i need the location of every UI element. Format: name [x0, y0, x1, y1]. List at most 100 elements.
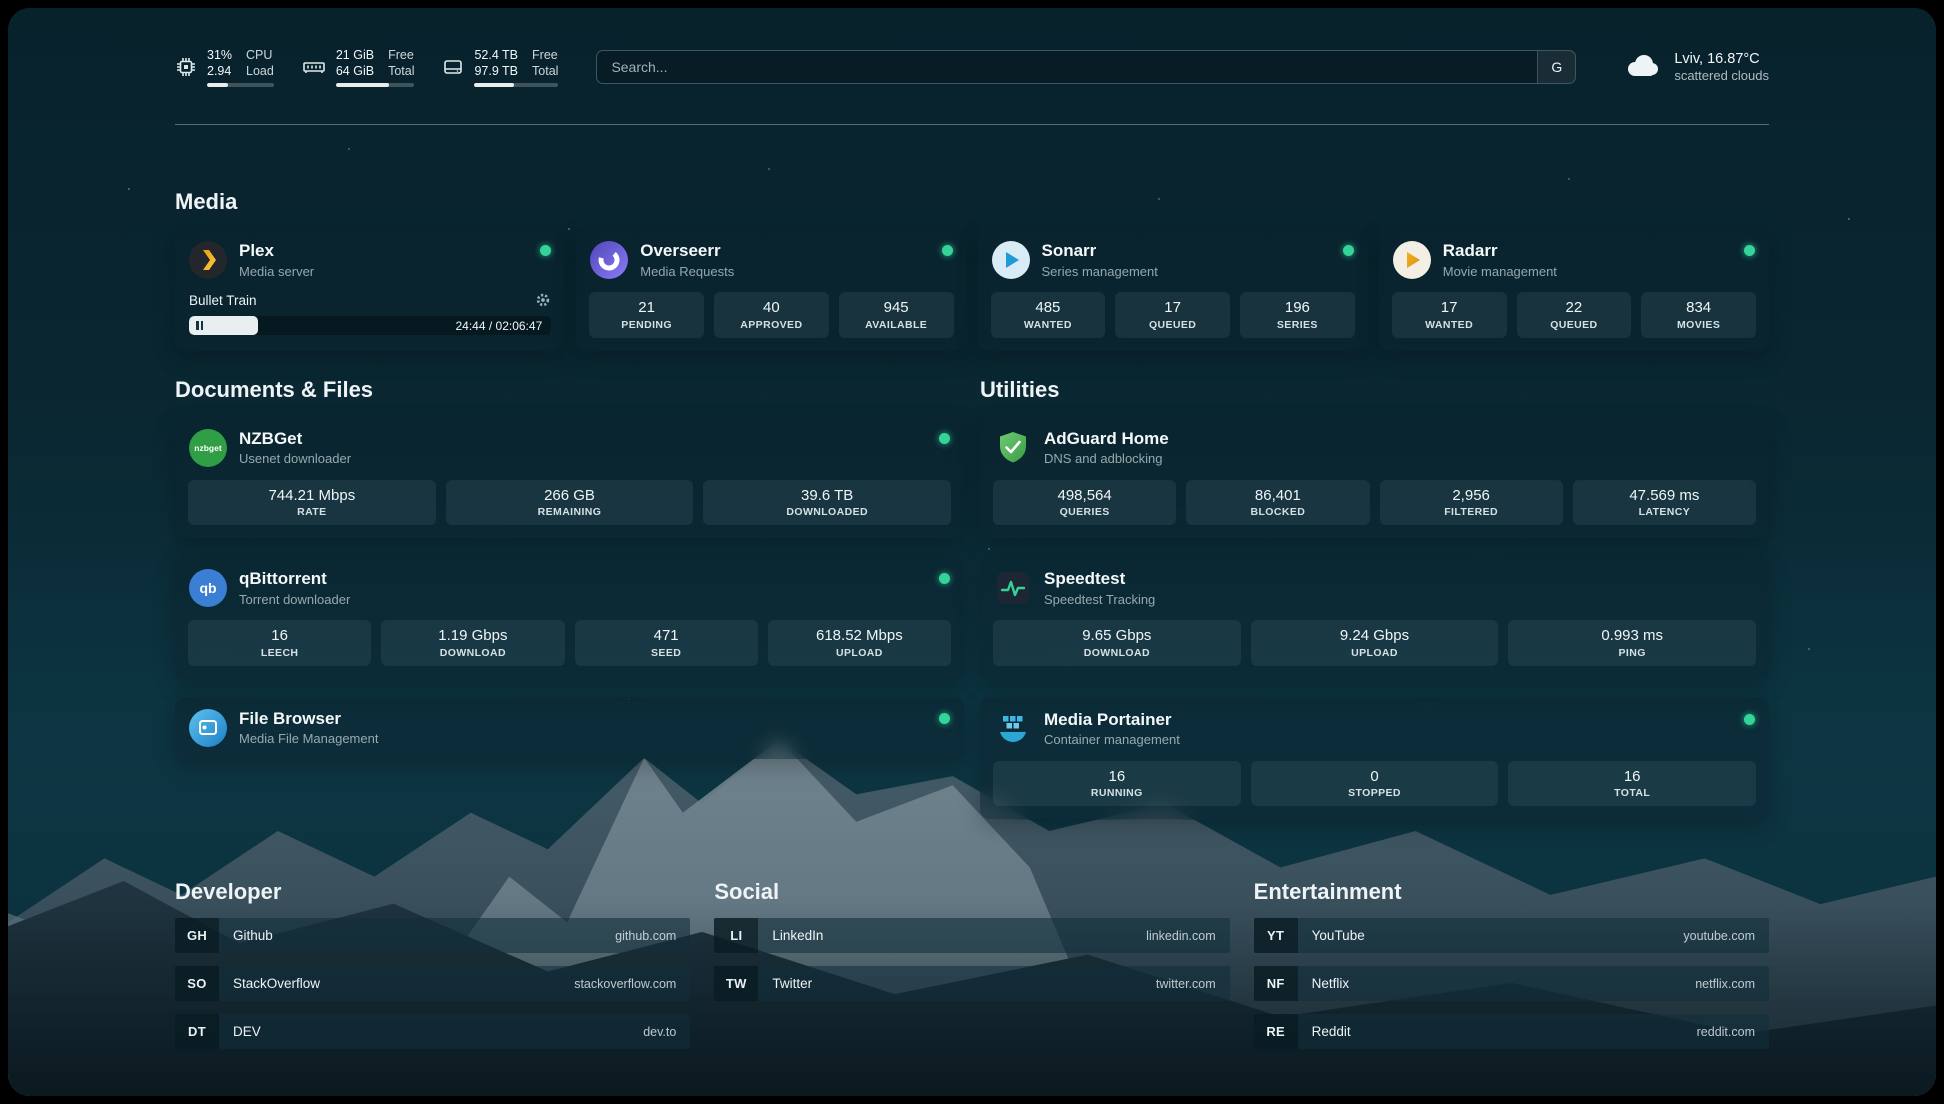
settings-gear-icon[interactable] — [535, 292, 551, 308]
stat-value: 17 — [1119, 298, 1226, 318]
bookmarks-area: Developer GH Github github.com SO StackO… — [175, 879, 1769, 1049]
bookmark-name: Reddit — [1312, 1024, 1351, 1039]
bookmark-twitter[interactable]: TW Twitter twitter.com — [714, 966, 1229, 1001]
stat-label: APPROVED — [718, 319, 825, 331]
stat-value: 945 — [843, 298, 950, 318]
stat-value: 86,401 — [1190, 486, 1365, 506]
filebrowser-card[interactable]: File Browser Media File Management — [175, 697, 964, 759]
bookmark-name: LinkedIn — [772, 928, 823, 943]
stat-label: DOWNLOADED — [707, 506, 947, 518]
stat-tile: 16 TOTAL — [1508, 761, 1756, 807]
qbittorrent-card[interactable]: qb qBittorrent Torrent downloader — [175, 556, 964, 679]
bookmark-abbr: NF — [1254, 966, 1298, 1001]
stat-tile: 16 RUNNING — [993, 761, 1241, 807]
media-section-title: Media — [175, 189, 1769, 215]
cpu-label: CPU — [246, 47, 274, 63]
bookmark-netflix[interactable]: NF Netflix netflix.com — [1254, 966, 1769, 1001]
stat-label: QUEUED — [1119, 319, 1226, 331]
search-bar[interactable]: G — [596, 50, 1576, 84]
stat-value: 39.6 TB — [707, 486, 947, 506]
app-name: AdGuard Home — [1044, 429, 1169, 449]
weather-location: Lviv, 16.87°C — [1674, 51, 1769, 67]
pause-icon[interactable] — [196, 321, 199, 330]
bookmark-url: netflix.com — [1695, 977, 1769, 991]
stat-value: 16 — [192, 626, 367, 646]
playback-time: 24:44 / 02:06:47 — [456, 319, 543, 333]
stat-value: 9.65 Gbps — [997, 626, 1237, 646]
dashboard-content: 31% CPU 2.94 Load — [8, 8, 1936, 1096]
nzbget-card[interactable]: nzbget NZBGet Usenet downloader 74 — [175, 416, 964, 539]
search-input[interactable] — [597, 51, 1537, 83]
bookmark-name: Twitter — [772, 976, 812, 991]
plex-card[interactable]: Plex Media server Bullet Train — [175, 228, 565, 351]
stat-label: SEED — [579, 647, 754, 659]
stat-label: FILTERED — [1384, 506, 1559, 518]
app-desc: Media Requests — [640, 264, 734, 279]
plex-progress-bar[interactable]: 24:44 / 02:06:47 — [189, 316, 551, 335]
stat-value: 834 — [1645, 298, 1752, 318]
bookmark-abbr: GH — [175, 918, 219, 953]
header-divider — [175, 124, 1769, 125]
ram-free-label: Free — [388, 47, 414, 63]
app-desc: Torrent downloader — [239, 592, 350, 607]
svg-text:qb: qb — [199, 580, 216, 596]
bookmark-dev[interactable]: DT DEV dev.to — [175, 1014, 690, 1049]
stat-value: 21 — [593, 298, 700, 318]
bookmark-reddit[interactable]: RE Reddit reddit.com — [1254, 1014, 1769, 1049]
disk-total-value: 97.9 TB — [474, 63, 518, 79]
search-provider-button[interactable]: G — [1537, 51, 1575, 83]
weather-condition: scattered clouds — [1674, 68, 1769, 83]
cpu-load-label: Load — [246, 63, 274, 79]
stat-label: LEECH — [192, 647, 367, 659]
bookmark-url: reddit.com — [1697, 1025, 1769, 1039]
sonarr-icon — [992, 241, 1030, 279]
disk-progress-fill — [474, 83, 513, 87]
social-section-title: Social — [714, 879, 1229, 905]
overseerr-card[interactable]: Overseerr Media Requests 21 PENDING 40 A… — [576, 228, 966, 351]
adguard-shield-icon — [994, 429, 1032, 467]
bookmark-url: twitter.com — [1156, 977, 1230, 991]
stat-tile: 47.569 ms LATENCY — [1573, 480, 1756, 526]
adguard-card[interactable]: AdGuard Home DNS and adblocking 498,564 … — [980, 416, 1769, 539]
stat-value: 9.24 Gbps — [1255, 626, 1495, 646]
speedtest-card[interactable]: Speedtest Speedtest Tracking 9.65 Gbps D… — [980, 556, 1769, 679]
cpu-load-value: 2.94 — [207, 63, 232, 79]
svg-text:nzbget: nzbget — [194, 443, 222, 453]
weather-widget: Lviv, 16.87°C scattered clouds — [1622, 51, 1769, 84]
stat-tile: 834 MOVIES — [1641, 292, 1756, 338]
stat-value: 47.569 ms — [1577, 486, 1752, 506]
top-bar: 31% CPU 2.94 Load — [175, 44, 1769, 90]
cpu-progress-track — [207, 83, 274, 87]
now-playing-title: Bullet Train — [189, 293, 257, 308]
status-online-dot — [540, 245, 551, 256]
media-section: Media Plex — [175, 189, 1769, 351]
disk-free-label: Free — [532, 47, 558, 63]
status-online-dot — [1343, 245, 1354, 256]
portainer-card[interactable]: Media Portainer Container management 16 … — [980, 697, 1769, 820]
disk-icon — [442, 57, 464, 77]
stat-tile: 39.6 TB DOWNLOADED — [703, 480, 951, 526]
stat-tile: 485 WANTED — [991, 292, 1106, 338]
bookmark-linkedin[interactable]: LI LinkedIn linkedin.com — [714, 918, 1229, 953]
radarr-card[interactable]: Radarr Movie management 17 WANTED 22 QUE… — [1379, 228, 1769, 351]
stat-value: 16 — [1512, 767, 1752, 787]
bookmark-url: dev.to — [643, 1025, 690, 1039]
app-desc: Movie management — [1443, 264, 1557, 279]
bookmark-youtube[interactable]: YT YouTube youtube.com — [1254, 918, 1769, 953]
stat-label: REMAINING — [450, 506, 690, 518]
bookmark-stackoverflow[interactable]: SO StackOverflow stackoverflow.com — [175, 966, 690, 1001]
stat-value: 618.52 Mbps — [772, 626, 947, 646]
status-online-dot — [1744, 714, 1755, 725]
utilities-section: Utilities — [980, 377, 1769, 820]
bookmark-github[interactable]: GH Github github.com — [175, 918, 690, 953]
ram-free-value: 21 GiB — [336, 47, 374, 63]
app-name: Plex — [239, 241, 314, 261]
stat-tile: 945 AVAILABLE — [839, 292, 954, 338]
sonarr-card[interactable]: Sonarr Series management 485 WANTED 17 Q… — [978, 228, 1368, 351]
ram-progress-fill — [336, 83, 389, 87]
stat-value: 471 — [579, 626, 754, 646]
ram-progress-track — [336, 83, 415, 87]
status-online-dot — [942, 245, 953, 256]
stat-label: STOPPED — [1255, 787, 1495, 799]
stat-tile: 40 APPROVED — [714, 292, 829, 338]
